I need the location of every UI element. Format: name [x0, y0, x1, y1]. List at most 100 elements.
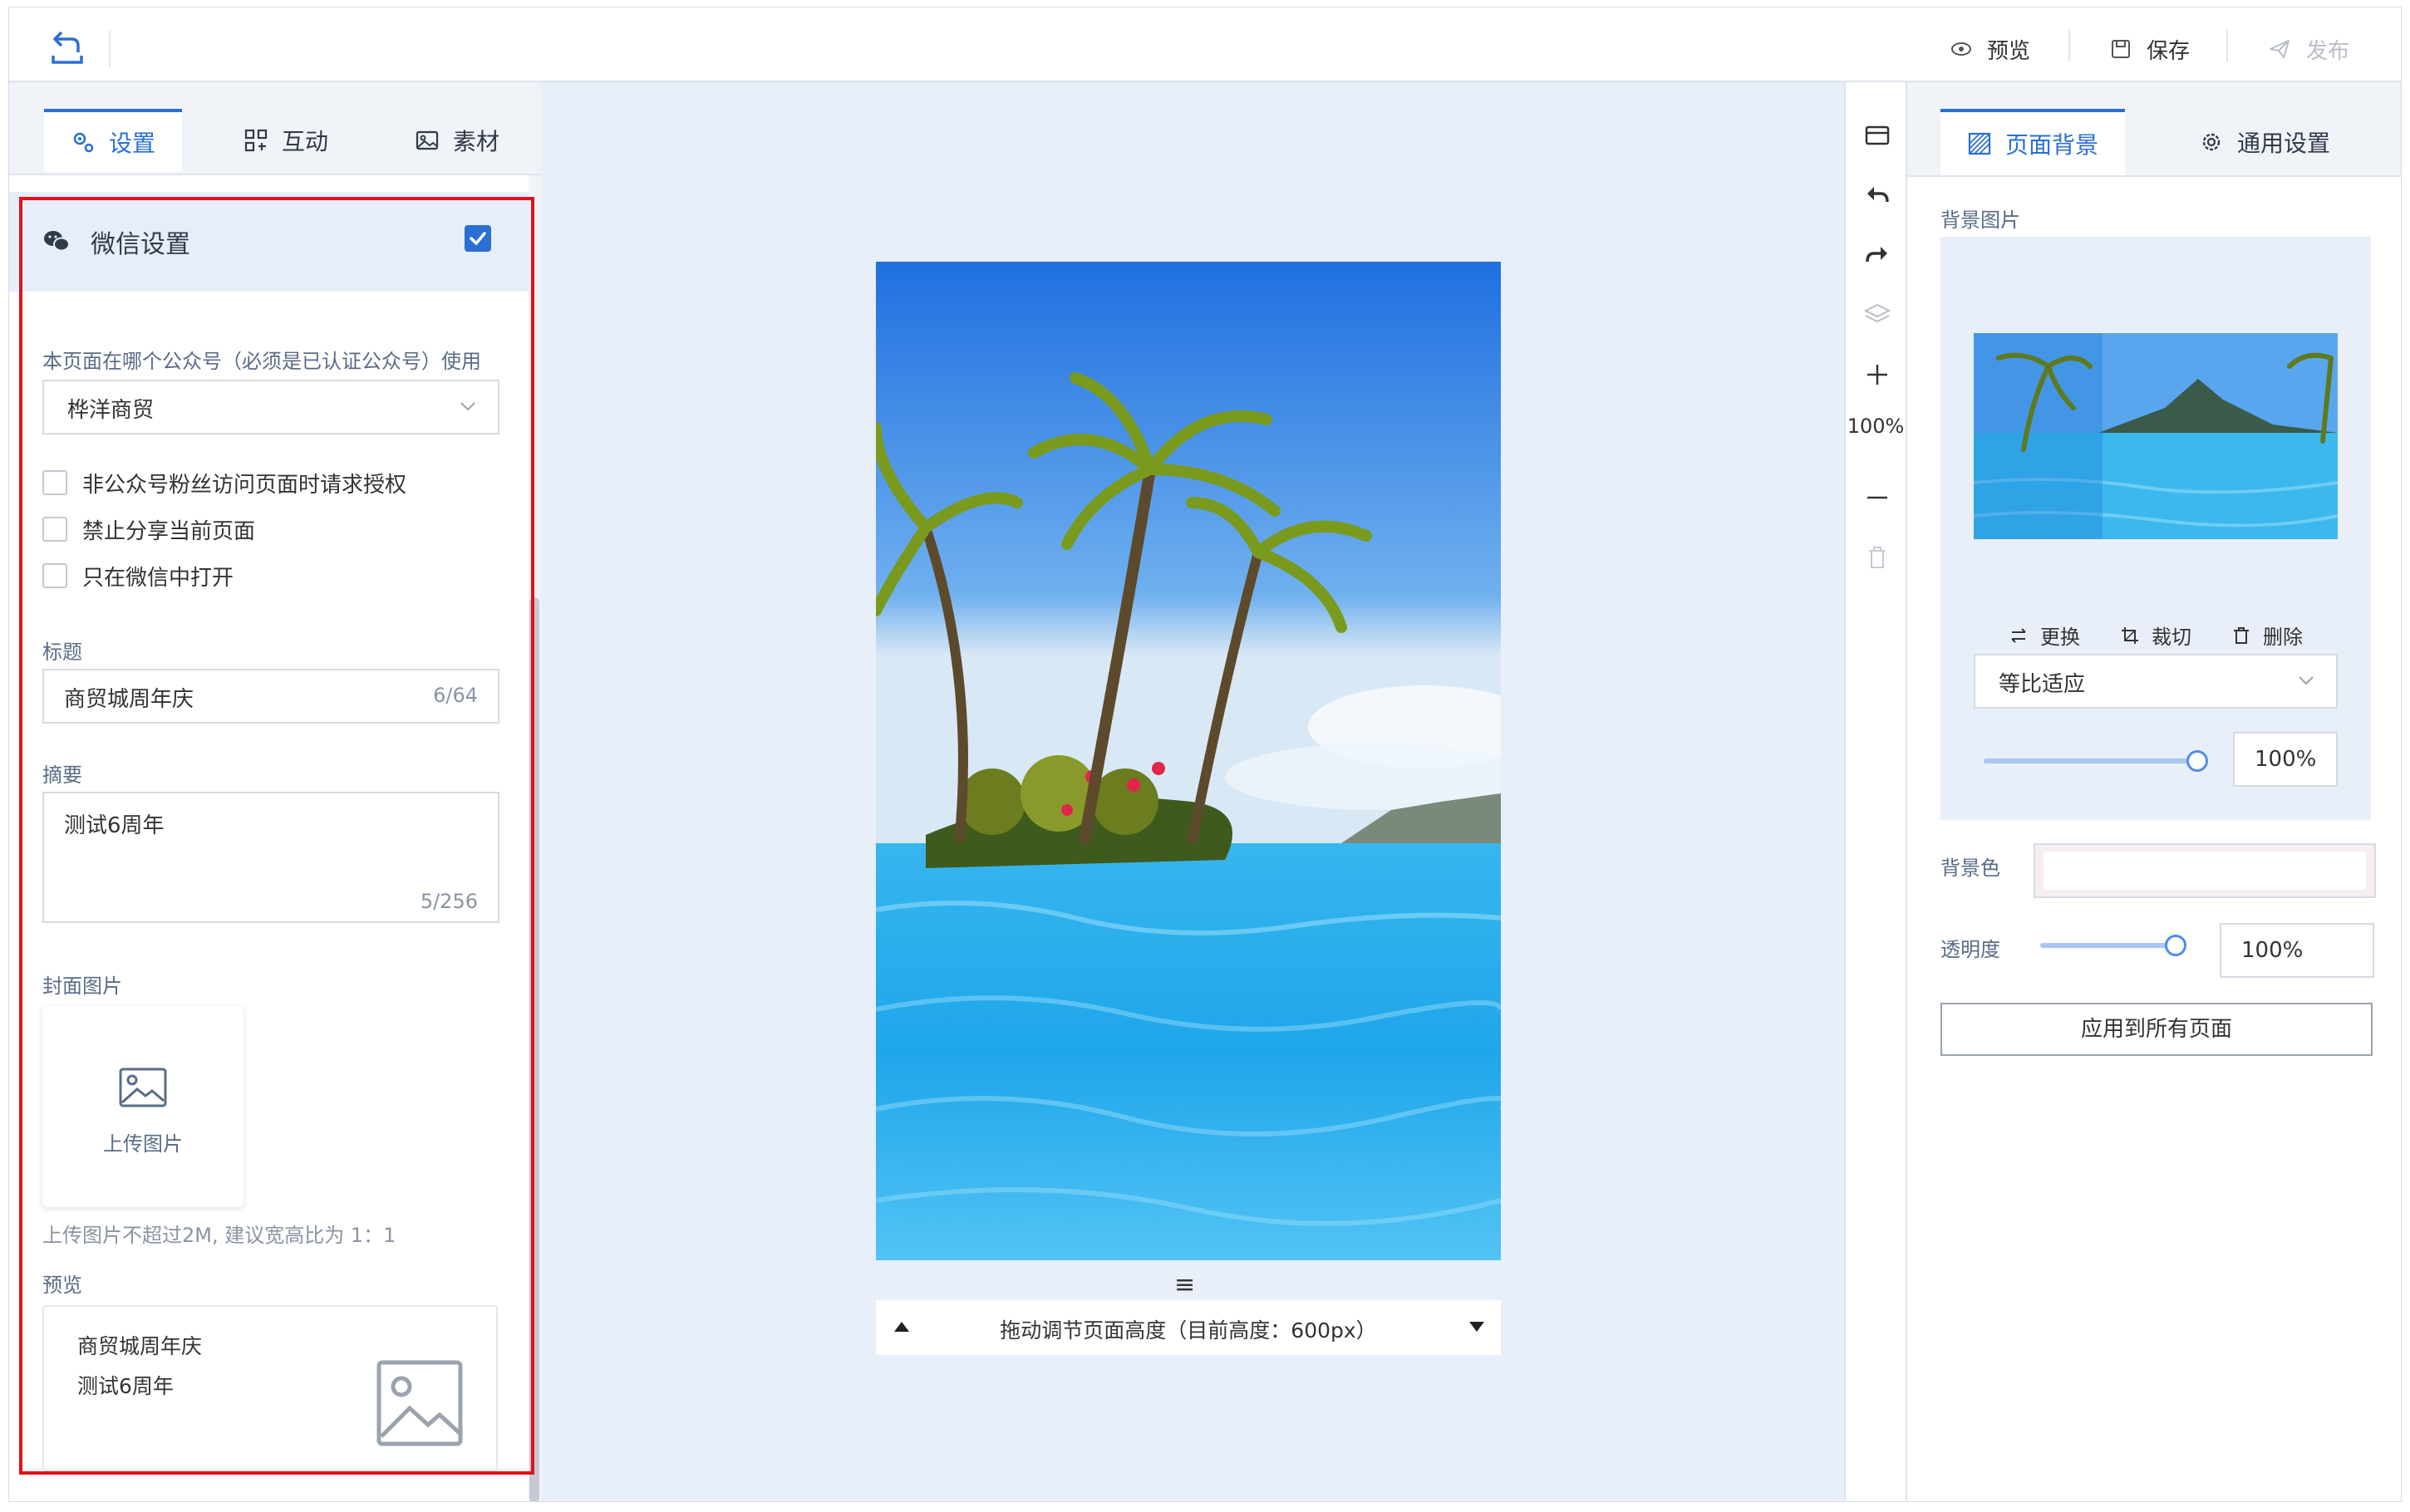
chevron-down-icon	[460, 402, 475, 411]
delete-label: 删除	[2263, 626, 2303, 649]
scale-slider-knob[interactable]	[2186, 750, 2208, 772]
tab-settings[interactable]: 设置	[44, 109, 182, 172]
layout-icon[interactable]	[1862, 120, 1892, 150]
account-select-value: 桦洋商贸	[67, 398, 155, 423]
image-icon	[416, 130, 439, 150]
account-select[interactable]: 桦洋商贸	[42, 380, 499, 434]
trash-icon[interactable]	[1862, 542, 1892, 572]
wechat-enable-checkbox[interactable]	[465, 225, 491, 252]
preview-title: 商贸城周年庆	[77, 1334, 203, 1358]
tab-materials-label: 素材	[452, 128, 499, 155]
delete-image-button[interactable]: 删除	[2231, 621, 2303, 650]
wechat-settings-title: 微信设置	[91, 230, 190, 259]
preview-label: 预览	[1987, 38, 2031, 64]
scale-input[interactable]: 100%	[2233, 732, 2338, 787]
page-height-text: 拖动调节页面高度（目前高度：600px）	[1000, 1318, 1377, 1343]
background-color-picker[interactable]	[2034, 843, 2376, 898]
toolbar-divider	[2226, 29, 2228, 62]
preview-button[interactable]: 预览	[1950, 31, 2030, 67]
tab-page-background-label: 页面背景	[2004, 131, 2098, 159]
preview-desc: 测试6周年	[77, 1374, 174, 1398]
redo-icon[interactable]	[1862, 240, 1892, 270]
caret-down-icon[interactable]	[1469, 1322, 1484, 1332]
checkbox-label: 禁止分享当前页面	[82, 518, 256, 544]
page-canvas-background-image[interactable]	[876, 262, 1501, 1260]
color-swatch	[2044, 852, 2366, 890]
opacity-value: 100%	[2241, 938, 2304, 963]
crop-image-button[interactable]: 裁切	[2120, 621, 2191, 650]
summary-textarea-value: 测试6周年	[64, 813, 165, 838]
title-input[interactable]: 商贸城周年庆 6/64	[42, 669, 499, 724]
title-char-count: 6/64	[433, 684, 478, 707]
checkbox-box[interactable]	[42, 517, 67, 542]
page-height-adjuster[interactable]: 拖动调节页面高度（目前高度：600px）	[876, 1300, 1501, 1355]
fit-mode-select[interactable]: 等比适应	[1974, 654, 2338, 709]
checkbox-box[interactable]	[42, 563, 67, 588]
drag-handle-icon[interactable]: ≡	[1174, 1270, 1195, 1299]
eye-icon	[1951, 42, 1971, 56]
tab-materials[interactable]: 素材	[388, 109, 526, 172]
top-toolbar: 预览 保存 发布	[9, 7, 2401, 82]
layers-icon[interactable]	[1862, 300, 1892, 330]
background-image-label: 背景图片	[1940, 209, 2020, 232]
zoom-level: 100%	[1847, 415, 1905, 438]
panel-scrollbar[interactable]	[529, 597, 539, 1501]
opacity-slider-track[interactable]	[2040, 943, 2173, 948]
apply-to-all-pages-button[interactable]: 应用到所有页面	[1940, 1003, 2373, 1056]
chevron-down-icon	[2299, 676, 2314, 685]
tab-interaction[interactable]: 互动	[217, 109, 355, 172]
save-button[interactable]: 保存	[2110, 31, 2190, 67]
zoom-in-icon[interactable]	[1862, 360, 1892, 390]
disable-share-checkbox[interactable]: 禁止分享当前页面	[42, 513, 255, 546]
upload-label: 上传图片	[103, 1132, 183, 1156]
trash-icon	[2234, 626, 2249, 644]
left-settings-panel: 设置 互动 素材 微信设置 本页面在哪个公众号（必须是已认证公众号）使用 桦洋商…	[9, 82, 541, 1501]
back-icon[interactable]	[47, 24, 88, 66]
checkbox-label: 只在微信中打开	[82, 565, 234, 591]
send-icon	[2270, 40, 2290, 58]
background-color-label: 背景色	[1940, 857, 2000, 880]
interact-icon	[244, 129, 268, 152]
cover-upload-button[interactable]: 上传图片	[42, 1006, 243, 1207]
tab-page-background[interactable]: 页面背景	[1940, 109, 2125, 175]
tab-general-settings[interactable]: 通用设置	[2157, 109, 2373, 175]
opacity-label: 透明度	[1940, 938, 2000, 961]
image-icon	[119, 1068, 167, 1107]
share-preview-card: 商贸城周年庆 测试6周年	[42, 1305, 498, 1471]
image-placeholder-icon	[376, 1360, 463, 1446]
background-thumbnail-image	[1974, 333, 2338, 539]
tropical-beach-image	[876, 262, 1501, 1260]
crop-label: 裁切	[2152, 626, 2191, 649]
title-label: 标题	[42, 641, 82, 664]
crop-icon	[2122, 626, 2138, 644]
account-label: 本页面在哪个公众号（必须是已认证公众号）使用	[42, 350, 481, 373]
replace-label: 更换	[2040, 626, 2080, 649]
publish-label: 发布	[2306, 38, 2350, 64]
preview-label: 预览	[42, 1274, 82, 1297]
scale-slider-track[interactable]	[1984, 758, 2198, 763]
fit-mode-value: 等比适应	[1999, 672, 2086, 697]
summary-textarea[interactable]: 测试6周年 5/256	[42, 792, 499, 923]
undo-icon[interactable]	[1862, 180, 1892, 210]
save-icon	[2112, 40, 2130, 58]
editor-window: 预览 保存 发布 设置 互动 素材 微信设置 本页面在哪个公众号（必须是已认证公…	[8, 7, 2402, 1502]
zoom-out-icon[interactable]	[1862, 483, 1892, 513]
checkbox-box[interactable]	[42, 470, 67, 495]
checkmark-icon	[470, 232, 486, 245]
upload-hint: 上传图片不超过2M, 建议宽高比为 1：1	[42, 1224, 396, 1247]
scale-value: 100%	[2255, 747, 2317, 772]
checkbox-label: 非公众号粉丝访问页面时请求授权	[82, 472, 407, 498]
opacity-slider-knob[interactable]	[2165, 935, 2186, 956]
opacity-input[interactable]: 100%	[2220, 923, 2374, 978]
background-thumbnail[interactable]	[1974, 333, 2338, 539]
settings-content: 微信设置 本页面在哪个公众号（必须是已认证公众号）使用 桦洋商贸 非公众号粉丝访…	[9, 175, 529, 1501]
wechat-settings-header: 微信设置	[9, 192, 529, 292]
wechat-only-checkbox[interactable]: 只在微信中打开	[42, 559, 234, 592]
publish-button[interactable]: 发布	[2268, 31, 2349, 67]
gear-icon	[2202, 133, 2221, 151]
tab-general-settings-label: 通用设置	[2236, 130, 2330, 157]
summary-label: 摘要	[42, 763, 82, 787]
auth-request-checkbox[interactable]: 非公众号粉丝访问页面时请求授权	[42, 466, 406, 499]
gear-icon	[73, 132, 94, 153]
replace-image-button[interactable]: 更换	[2009, 621, 2080, 650]
